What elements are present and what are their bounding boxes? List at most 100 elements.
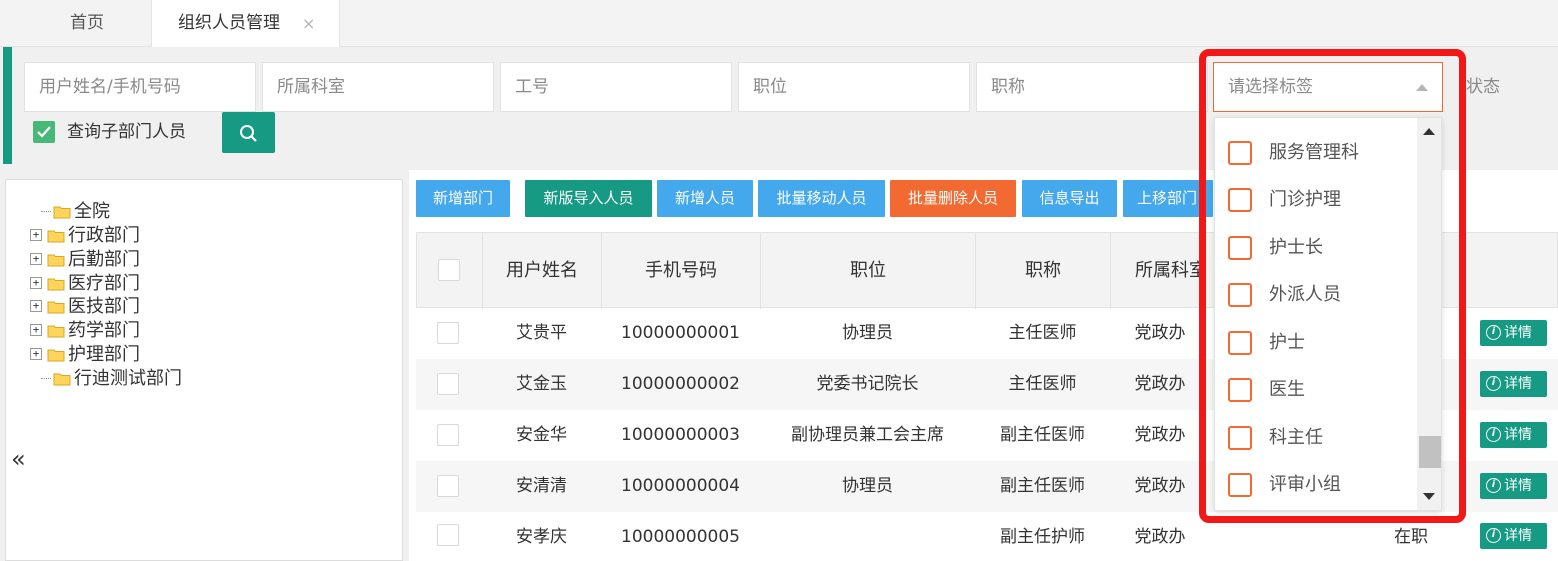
expand-icon[interactable]: + (30, 253, 42, 265)
collapse-sidebar-icon[interactable]: « (11, 445, 26, 473)
header-name[interactable]: 用户姓名 (483, 233, 602, 309)
job-no-input[interactable]: 工号 (500, 62, 732, 112)
cell-phone: 10000000003 (621, 425, 740, 445)
detail-button[interactable]: i 详情 (1480, 320, 1547, 346)
tree-connector (41, 211, 51, 212)
cell-title: 副主任医师 (1000, 425, 1085, 445)
cell-title: 主任医师 (1008, 374, 1077, 394)
include-sub-label: 查询子部门人员 (67, 122, 186, 142)
folder-icon (47, 254, 65, 267)
detail-label: 详情 (1504, 528, 1532, 544)
dept-input[interactable]: 所属科室 (262, 62, 494, 112)
tab-org-people[interactable]: 组织人员管理 × (151, 0, 340, 47)
cell-phone: 10000000004 (621, 476, 740, 496)
detail-label: 详情 (1504, 376, 1532, 392)
folder-icon (47, 349, 65, 362)
filter-accent-bar (3, 47, 12, 164)
cell-dept: 党政办 (1134, 374, 1186, 394)
expand-icon[interactable]: + (30, 300, 42, 312)
name-phone-input[interactable]: 用户姓名/手机号码 (24, 62, 256, 112)
close-icon[interactable]: × (302, 0, 315, 47)
detail-label: 详情 (1504, 325, 1532, 341)
include-sub-checkbox[interactable] (33, 121, 55, 143)
title-input[interactable]: 职称 (976, 62, 1208, 112)
cell-position (760, 512, 975, 561)
cell-name: 安清清 (516, 476, 567, 496)
cell-title: 主任医师 (1008, 323, 1077, 343)
tree-node-label: 医技部门 (68, 296, 140, 317)
cell-name: 艾金玉 (516, 374, 567, 394)
detail-label: 详情 (1504, 478, 1532, 494)
cell-title: 副主任医师 (1000, 476, 1085, 496)
new-import-button[interactable]: 新版导入人员 (525, 180, 652, 217)
check-icon (37, 126, 51, 138)
row-checkbox[interactable] (437, 475, 459, 497)
row-checkbox[interactable] (437, 424, 459, 446)
cell-position: 协理员 (842, 476, 893, 496)
info-icon: i (1486, 528, 1501, 543)
tab-org-people-label: 组织人员管理 (178, 13, 280, 33)
cell-phone: 10000000001 (621, 323, 740, 343)
detail-button[interactable]: i 详情 (1480, 473, 1547, 499)
header-title[interactable]: 职称 (976, 233, 1111, 309)
folder-icon (47, 325, 65, 338)
select-all-checkbox[interactable] (438, 259, 460, 281)
highlight-annotation (1199, 49, 1466, 523)
folder-icon (47, 230, 65, 243)
tab-home[interactable]: 首页 (70, 0, 104, 47)
dept-tree: 全院 + 行政部门 + 后勤部门 + 医疗部门 + 医技部门 + 药学部门 + … (5, 179, 403, 561)
tree-connector (41, 378, 51, 379)
position-input[interactable]: 职位 (738, 62, 970, 112)
detail-button[interactable]: i 详情 (1480, 523, 1547, 549)
tree-node-label: 行迪测试部门 (74, 368, 182, 389)
expand-icon[interactable]: + (30, 348, 42, 360)
cell-position: 副协理员兼工会主席 (791, 425, 944, 445)
folder-icon (47, 278, 65, 291)
expand-icon[interactable]: + (30, 324, 42, 336)
batch-delete-button[interactable]: 批量删除人员 (890, 180, 1016, 217)
folder-icon (53, 206, 71, 219)
cell-dept: 党政办 (1134, 425, 1186, 445)
header-position[interactable]: 职位 (761, 233, 976, 309)
cell-name: 艾贵平 (516, 323, 567, 343)
cell-name: 安金华 (516, 425, 567, 445)
add-dept-button[interactable]: 新增部门 (416, 180, 510, 217)
info-icon: i (1486, 325, 1501, 340)
export-button[interactable]: 信息导出 (1022, 180, 1117, 217)
search-icon (240, 125, 257, 142)
folder-icon (53, 373, 71, 386)
expand-icon[interactable]: + (30, 277, 42, 289)
cell-position: 协理员 (842, 323, 893, 343)
row-checkbox[interactable] (437, 524, 459, 546)
cell-dept: 党政办 (1134, 476, 1186, 496)
detail-label: 详情 (1504, 427, 1532, 443)
cell-phone: 10000000005 (621, 527, 740, 547)
cell-position: 党委书记院长 (816, 374, 919, 394)
detail-button[interactable]: i 详情 (1480, 371, 1547, 397)
header-phone[interactable]: 手机号码 (602, 233, 761, 309)
detail-button[interactable]: i 详情 (1480, 422, 1547, 448)
tree-node-label: 护理部门 (68, 344, 140, 365)
search-button[interactable] (222, 112, 275, 153)
tree-node-label: 药学部门 (68, 320, 140, 341)
tab-bar: 首页 组织人员管理 × (0, 0, 1558, 47)
tree-node-label: 行政部门 (68, 225, 140, 246)
batch-move-button[interactable]: 批量移动人员 (758, 180, 885, 217)
folder-icon (47, 301, 65, 314)
cell-title: 副主任护师 (1000, 527, 1085, 547)
info-icon: i (1486, 376, 1501, 391)
tree-node-label: 医疗部门 (68, 273, 140, 294)
row-checkbox[interactable] (437, 322, 459, 344)
cell-phone: 10000000002 (621, 374, 740, 394)
info-icon: i (1486, 478, 1501, 493)
header-select-cell (417, 233, 483, 309)
cell-name: 安孝庆 (516, 527, 567, 547)
add-user-button[interactable]: 新增人员 (657, 180, 753, 217)
row-checkbox[interactable] (437, 373, 459, 395)
cell-dept: 党政办 (1134, 323, 1186, 343)
status-select[interactable]: 状态 (1466, 62, 1500, 112)
cell-dept: 党政办 (1134, 527, 1186, 547)
expand-icon[interactable]: + (30, 229, 42, 241)
info-icon: i (1486, 427, 1501, 442)
tree-node-label: 全院 (74, 201, 110, 222)
